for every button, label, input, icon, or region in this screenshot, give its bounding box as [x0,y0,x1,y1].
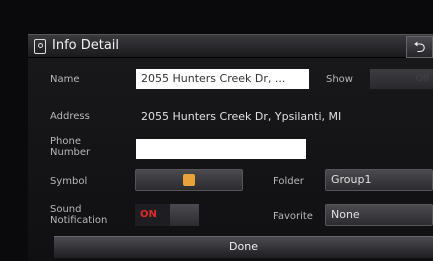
sound-toggle-value: ON [135,204,170,226]
toggle-knob [169,204,199,226]
show-toggle-value: Off [415,74,429,84]
phone-label: Phone Number [50,136,91,158]
info-detail-panel: Name 2055 Hunters Creek Dr, ... Show Off… [28,58,433,261]
symbol-button[interactable] [135,169,243,191]
folder-select[interactable]: Group1 [325,169,433,191]
address-value: 2055 Hunters Creek Dr, Ypsilanti, MI [141,110,342,123]
title-bar: Info Detail ⮌ [28,34,433,58]
sound-notification-toggle[interactable]: ON [135,204,199,226]
map-marker-symbol-icon [183,174,195,186]
back-button[interactable]: ⮌ [406,36,433,58]
done-button[interactable]: Done [54,236,433,258]
address-label: Address [50,111,90,122]
phone-field[interactable] [136,139,306,159]
page-title: Info Detail [52,38,120,53]
sound-notification-label: Sound Notification [50,204,108,226]
folder-label: Folder [273,176,304,187]
info-icon [34,39,46,54]
name-label: Name [50,74,80,85]
favorite-select[interactable]: None [325,204,433,226]
back-arrow-icon: ⮌ [413,38,426,56]
favorite-label: Favorite [273,211,313,222]
name-field[interactable]: 2055 Hunters Creek Dr, ... [136,69,309,89]
show-label: Show [326,74,353,85]
show-toggle[interactable]: Off [370,69,433,89]
symbol-label: Symbol [50,176,88,187]
